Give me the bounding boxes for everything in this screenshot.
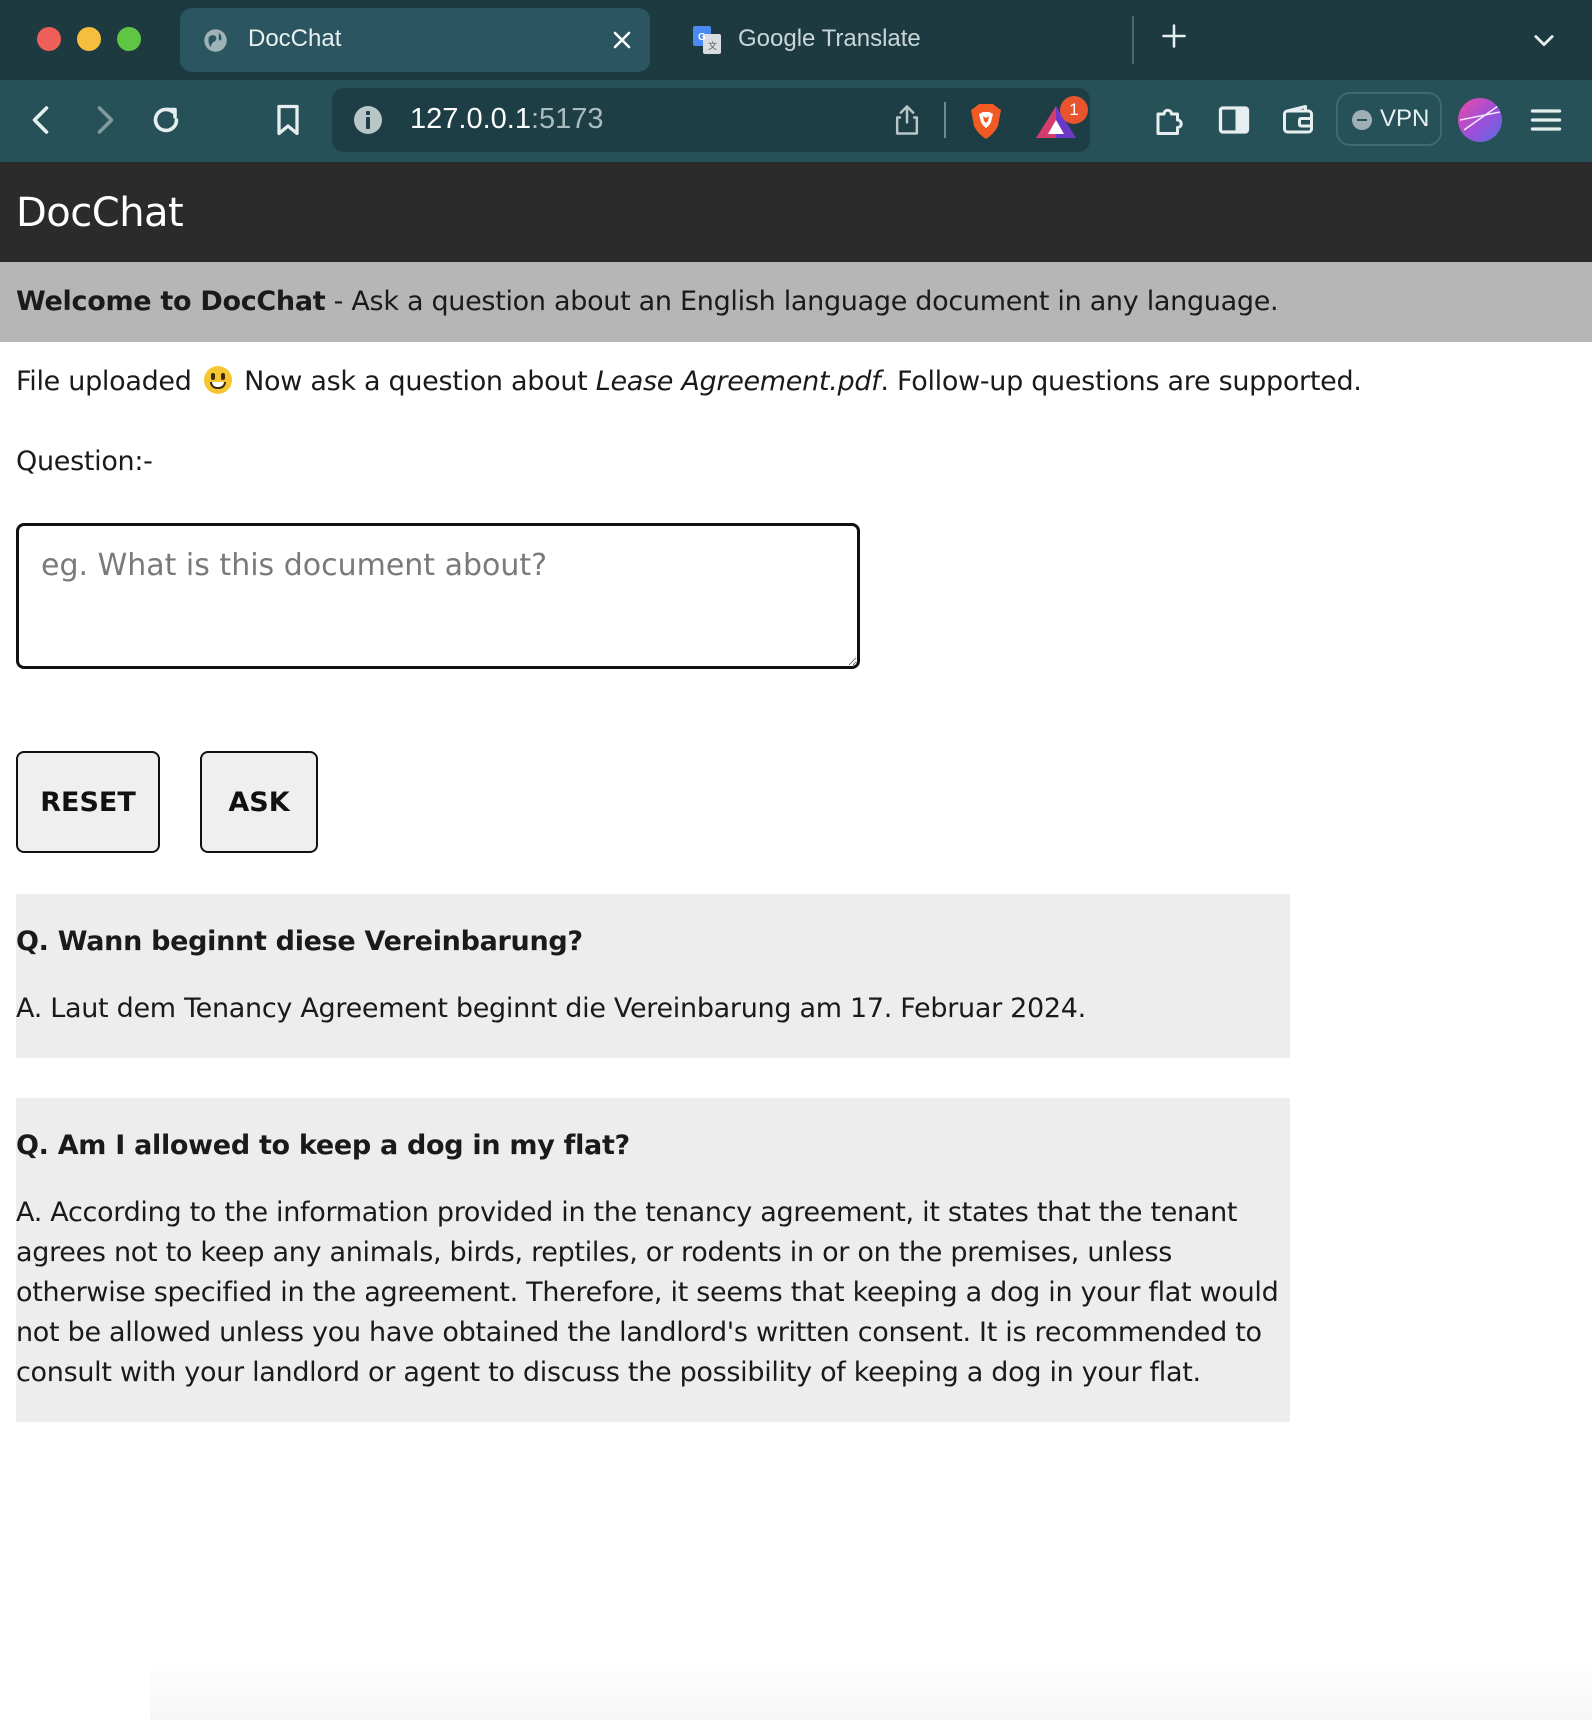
svg-text:G: G xyxy=(698,32,706,43)
sidebar-toggle-icon[interactable] xyxy=(1216,102,1252,138)
window-minimize-button[interactable] xyxy=(77,27,101,51)
question-input[interactable] xyxy=(16,523,860,669)
welcome-banner: Welcome to DocChat - Ask a question abou… xyxy=(0,262,1592,342)
welcome-text: Welcome to DocChat - Ask a question abou… xyxy=(16,286,1279,317)
vpn-button[interactable]: VPN xyxy=(1336,92,1442,146)
extensions-puzzle-icon[interactable] xyxy=(1152,102,1188,138)
forward-arrow-icon[interactable] xyxy=(86,102,122,138)
back-arrow-icon[interactable] xyxy=(24,102,60,138)
tab-title: Google Translate xyxy=(738,25,921,52)
document-filename: Lease Agreement.pdf xyxy=(595,366,881,397)
url-text[interactable]: 127.0.0.1:5173 xyxy=(410,103,604,136)
qa-item: Q. Wann beginnt diese Vereinbarung? A. L… xyxy=(16,894,1290,1058)
chevron-down-icon[interactable] xyxy=(1530,26,1558,54)
tab-google-translate[interactable]: G 文 Google Translate xyxy=(670,8,1130,72)
qa-question: Q. Wann beginnt diese Vereinbarung? xyxy=(16,926,583,957)
address-bar-divider xyxy=(944,102,946,138)
welcome-bold: Welcome to DocChat xyxy=(16,286,326,317)
browser-tab-bar: DocChat G 文 Google Translate xyxy=(0,0,1592,80)
qa-question: Q. Am I allowed to keep a dog in my flat… xyxy=(16,1130,630,1161)
wallet-icon[interactable] xyxy=(1280,102,1316,138)
brave-shields-icon[interactable] xyxy=(968,102,1004,140)
upload-status: File uploaded Now ask a question about L… xyxy=(16,366,1362,397)
profile-avatar[interactable] xyxy=(1458,98,1502,142)
question-label: Question:- xyxy=(16,446,153,477)
qa-answer: A. According to the information provided… xyxy=(16,1197,1279,1388)
app-title: DocChat xyxy=(16,190,184,236)
ask-button[interactable]: ASK xyxy=(200,751,318,853)
address-bar[interactable]: 127.0.0.1:5173 1 xyxy=(332,88,1090,152)
new-tab-plus-icon[interactable] xyxy=(1160,22,1188,50)
smiley-emoji-icon xyxy=(203,366,232,394)
close-icon[interactable] xyxy=(610,28,634,52)
reload-icon[interactable] xyxy=(148,102,184,138)
browser-toolbar: 127.0.0.1:5173 1 VPN xyxy=(0,80,1592,164)
bottom-shadow xyxy=(150,1660,1592,1720)
globe-icon xyxy=(204,29,227,52)
qa-answer: A. Laut dem Tenancy Agreement beginnt di… xyxy=(16,993,1086,1024)
share-icon[interactable] xyxy=(892,104,922,136)
qa-item: Q. Am I allowed to keep a dog in my flat… xyxy=(16,1098,1290,1422)
menu-hamburger-icon[interactable] xyxy=(1528,102,1564,138)
tab-title: DocChat xyxy=(248,25,342,52)
site-info-icon[interactable] xyxy=(354,106,382,134)
bookmark-icon[interactable] xyxy=(270,102,306,138)
app-header: DocChat xyxy=(0,162,1592,262)
profile-avatar-icon xyxy=(1459,105,1501,131)
notification-badge: 1 xyxy=(1060,96,1088,124)
vpn-label: VPN xyxy=(1380,105,1430,132)
window-close-button[interactable] xyxy=(37,27,61,51)
svg-text:文: 文 xyxy=(708,40,717,51)
window-zoom-button[interactable] xyxy=(117,27,141,51)
google-translate-icon: G 文 xyxy=(693,26,721,54)
welcome-rest: - Ask a question about an English langua… xyxy=(325,286,1279,317)
reset-button[interactable]: RESET xyxy=(16,751,160,853)
vpn-status-icon xyxy=(1352,110,1372,130)
tab-divider xyxy=(1132,16,1134,64)
tab-docchat[interactable]: DocChat xyxy=(180,8,650,72)
